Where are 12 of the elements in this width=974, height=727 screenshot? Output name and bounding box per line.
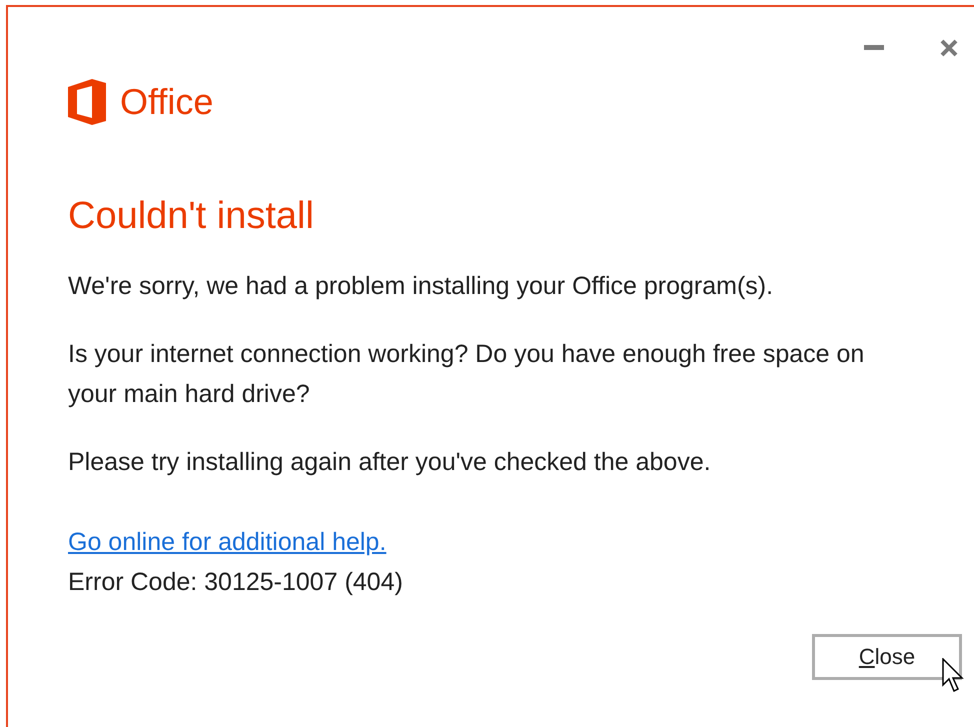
message-text: We're sorry, we had a problem installing your Office program(s). <box>68 271 774 302</box>
message-text: Please try installing again after you've checked the above. <box>68 447 712 478</box>
close-icon[interactable] <box>940 39 958 57</box>
minimize-icon[interactable] <box>864 45 884 51</box>
logo-text: Office <box>120 81 214 123</box>
close-button[interactable]: Close <box>812 634 962 680</box>
dialog-title: Couldn't install <box>68 195 315 238</box>
error-code-text: Error Code: 30125-1007 (404) <box>68 567 403 598</box>
office-logo-icon <box>68 79 106 125</box>
message-text: Is your internet connection working? Do you have enough free space on your main hard drive? <box>68 339 866 410</box>
cursor-icon <box>942 658 966 694</box>
help-link[interactable]: Go online for additional help. <box>68 522 386 562</box>
